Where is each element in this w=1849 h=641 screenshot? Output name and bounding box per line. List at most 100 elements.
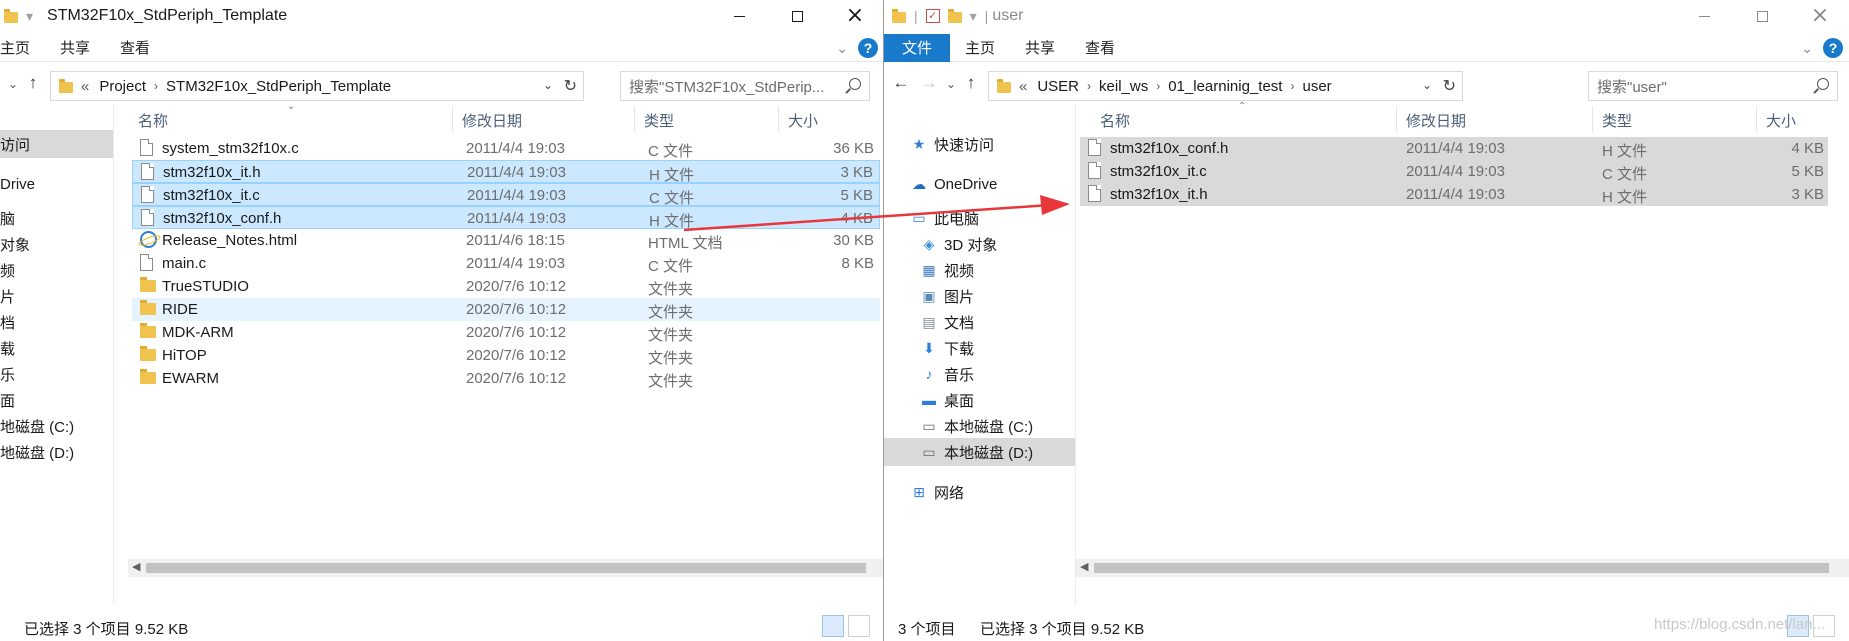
address-bar[interactable]: « Project › STM32F10x_StdPeriph_Template… bbox=[50, 71, 584, 101]
nav-item-star[interactable]: ★ 快速访问 bbox=[884, 130, 1075, 158]
overflow-chevron[interactable]: « bbox=[81, 78, 89, 95]
maximize-button[interactable] bbox=[768, 0, 826, 32]
nav-item-document[interactable]: ▤ 文档 bbox=[884, 308, 1075, 336]
column-header-date[interactable]: 修改日期 bbox=[462, 110, 522, 131]
column-header-size[interactable]: 大小 bbox=[788, 110, 818, 131]
nav-item-pictures[interactable]: 片 bbox=[0, 282, 113, 310]
scrollbar-thumb[interactable] bbox=[1094, 563, 1829, 573]
refresh-icon[interactable]: ↻ bbox=[1443, 76, 1456, 96]
scroll-left-icon[interactable]: ◀ bbox=[1080, 560, 1088, 573]
address-bar[interactable]: « USER › keil_ws › 01_learninig_test › u… bbox=[988, 71, 1463, 101]
nav-item-picture[interactable]: ▣ 图片 bbox=[884, 282, 1075, 310]
back-arrow-icon[interactable]: ← bbox=[886, 73, 916, 93]
up-arrow-icon[interactable]: ↑ bbox=[956, 73, 986, 93]
nav-item-this-pc[interactable]: 脑 bbox=[0, 204, 113, 232]
tab-file[interactable]: 文件 bbox=[884, 33, 951, 62]
tab-view[interactable]: 查看 bbox=[105, 34, 165, 62]
breadcrumb-user-root[interactable]: USER bbox=[1037, 78, 1079, 95]
scroll-left-icon[interactable]: ◀ bbox=[132, 560, 140, 573]
file-row[interactable]: stm32f10x_it.h 2011/4/4 19:03 H 文件 3 KB bbox=[1080, 183, 1828, 206]
tab-share[interactable]: 共享 bbox=[45, 34, 105, 62]
breadcrumb-separator-icon[interactable]: › bbox=[1087, 79, 1091, 93]
refresh-icon[interactable]: ↻ bbox=[564, 76, 577, 96]
nav-item-cloud[interactable]: ☁ OneDrive bbox=[884, 170, 1075, 198]
file-row[interactable]: main.c 2011/4/4 19:03 C 文件 8 KB bbox=[132, 252, 880, 275]
file-row[interactable]: stm32f10x_it.h 2011/4/4 19:03 H 文件 3 KB bbox=[132, 160, 880, 184]
column-divider[interactable] bbox=[634, 106, 635, 132]
tab-home[interactable]: 主页 bbox=[0, 34, 45, 62]
breadcrumb-separator-icon[interactable]: › bbox=[1156, 79, 1160, 93]
nav-item-video[interactable]: ▦ 视频 bbox=[884, 256, 1075, 284]
tab-home[interactable]: 主页 bbox=[950, 34, 1010, 62]
nav-item-drive-c[interactable]: ▭ 本地磁盘 (C:) bbox=[884, 412, 1075, 440]
maximize-button[interactable] bbox=[1733, 0, 1791, 32]
details-view-button[interactable] bbox=[822, 615, 844, 637]
scrollbar-thumb[interactable] bbox=[146, 563, 866, 573]
column-divider[interactable] bbox=[1592, 106, 1593, 132]
file-row[interactable]: stm32f10x_it.c 2011/4/4 19:03 C 文件 5 KB bbox=[1080, 160, 1828, 183]
quick-access-dropdown-icon[interactable]: ▾ bbox=[26, 8, 33, 25]
column-header-type[interactable]: 类型 bbox=[1602, 110, 1632, 131]
expand-ribbon-icon[interactable]: ⌄ bbox=[1801, 40, 1813, 57]
breadcrumb-learning-test[interactable]: 01_learninig_test bbox=[1168, 78, 1282, 95]
minimize-button[interactable] bbox=[710, 0, 768, 32]
breadcrumb-user[interactable]: user bbox=[1302, 78, 1331, 95]
large-icons-view-button[interactable] bbox=[848, 615, 870, 637]
minimize-button[interactable] bbox=[1675, 0, 1733, 32]
nav-item-drive-c[interactable]: 地磁盘 (C:) bbox=[0, 412, 113, 440]
nav-item-video[interactable]: 频 bbox=[0, 256, 113, 284]
title-bar[interactable]: | ✓ ▾ | user × bbox=[884, 0, 1849, 32]
breadcrumb-separator-icon[interactable]: › bbox=[154, 79, 158, 93]
nav-item-music[interactable]: ♪ 音乐 bbox=[884, 360, 1075, 388]
file-row[interactable]: Release_Notes.html 2011/4/6 18:15 HTML 文档 3… bbox=[132, 229, 880, 252]
folder-row[interactable]: EWARM 2020/7/6 10:12 文件夹 bbox=[132, 367, 880, 390]
horizontal-scrollbar[interactable]: ◀ bbox=[1076, 559, 1849, 577]
breadcrumb-template[interactable]: STM32F10x_StdPeriph_Template bbox=[166, 78, 391, 95]
column-divider[interactable] bbox=[1396, 106, 1397, 132]
nav-item-desktop[interactable]: 面 bbox=[0, 386, 113, 414]
nav-item-drive-d[interactable]: ▭ 本地磁盘 (D:) bbox=[884, 438, 1075, 466]
breadcrumb-project[interactable]: Project bbox=[99, 78, 146, 95]
close-button[interactable]: × bbox=[1791, 0, 1849, 32]
file-row[interactable]: stm32f10x_conf.h 2011/4/4 19:03 H 文件 4 KB bbox=[1080, 137, 1828, 160]
nav-item-desktop[interactable]: ▬ 桌面 bbox=[884, 386, 1075, 414]
folder-row[interactable]: MDK-ARM 2020/7/6 10:12 文件夹 bbox=[132, 321, 880, 344]
quick-access-dropdown-icon[interactable]: ▾ bbox=[970, 8, 977, 25]
nav-item-music[interactable]: 乐 bbox=[0, 360, 113, 388]
file-row[interactable]: stm32f10x_conf.h 2011/4/4 19:03 H 文件 4 KB bbox=[132, 206, 880, 230]
breadcrumb-separator-icon[interactable]: › bbox=[1290, 79, 1294, 93]
column-divider[interactable] bbox=[778, 106, 779, 132]
overflow-chevron[interactable]: « bbox=[1019, 78, 1027, 95]
nav-item-cube[interactable]: ◈ 3D 对象 bbox=[884, 230, 1075, 258]
search-input[interactable]: 搜索"user" bbox=[1588, 71, 1838, 101]
column-header-name[interactable]: 名称 bbox=[1100, 110, 1130, 131]
column-divider[interactable] bbox=[1756, 106, 1757, 132]
column-header-name[interactable]: 名称 bbox=[138, 110, 168, 131]
expand-ribbon-icon[interactable]: ⌄ bbox=[836, 40, 848, 57]
new-folder-icon[interactable] bbox=[947, 8, 962, 23]
help-icon[interactable]: ? bbox=[1823, 38, 1843, 58]
search-input[interactable]: 搜索"STM32F10x_StdPerip... bbox=[620, 71, 870, 101]
up-arrow-icon[interactable]: ↑ bbox=[18, 73, 48, 93]
properties-icon[interactable]: ✓ bbox=[925, 9, 940, 23]
column-header-size[interactable]: 大小 bbox=[1766, 110, 1796, 131]
address-dropdown-icon[interactable]: ⌄ bbox=[543, 78, 553, 92]
tab-view[interactable]: 查看 bbox=[1070, 34, 1130, 62]
nav-item-drive-d[interactable]: 地磁盘 (D:) bbox=[0, 438, 113, 466]
column-header-type[interactable]: 类型 bbox=[644, 110, 674, 131]
tab-share[interactable]: 共享 bbox=[1010, 34, 1070, 62]
nav-item-onedrive[interactable]: Drive bbox=[0, 170, 113, 198]
address-dropdown-icon[interactable]: ⌄ bbox=[1422, 78, 1432, 92]
nav-item-downloads[interactable]: 载 bbox=[0, 334, 113, 362]
column-divider[interactable] bbox=[452, 106, 453, 132]
nav-item-3d-objects[interactable]: 对象 bbox=[0, 230, 113, 258]
breadcrumb-keil-ws[interactable]: keil_ws bbox=[1099, 78, 1148, 95]
close-button[interactable]: × bbox=[826, 0, 884, 32]
help-icon[interactable]: ? bbox=[858, 38, 878, 58]
folder-row[interactable]: HiTOP 2020/7/6 10:12 文件夹 bbox=[132, 344, 880, 367]
horizontal-scrollbar[interactable]: ◀ bbox=[128, 559, 884, 577]
folder-row[interactable]: TrueSTUDIO 2020/7/6 10:12 文件夹 bbox=[132, 275, 880, 298]
column-header-date[interactable]: 修改日期 bbox=[1406, 110, 1466, 131]
folder-row[interactable]: RIDE 2020/7/6 10:12 文件夹 bbox=[132, 298, 880, 321]
nav-item-network[interactable]: ⊞ 网络 bbox=[884, 478, 1075, 506]
